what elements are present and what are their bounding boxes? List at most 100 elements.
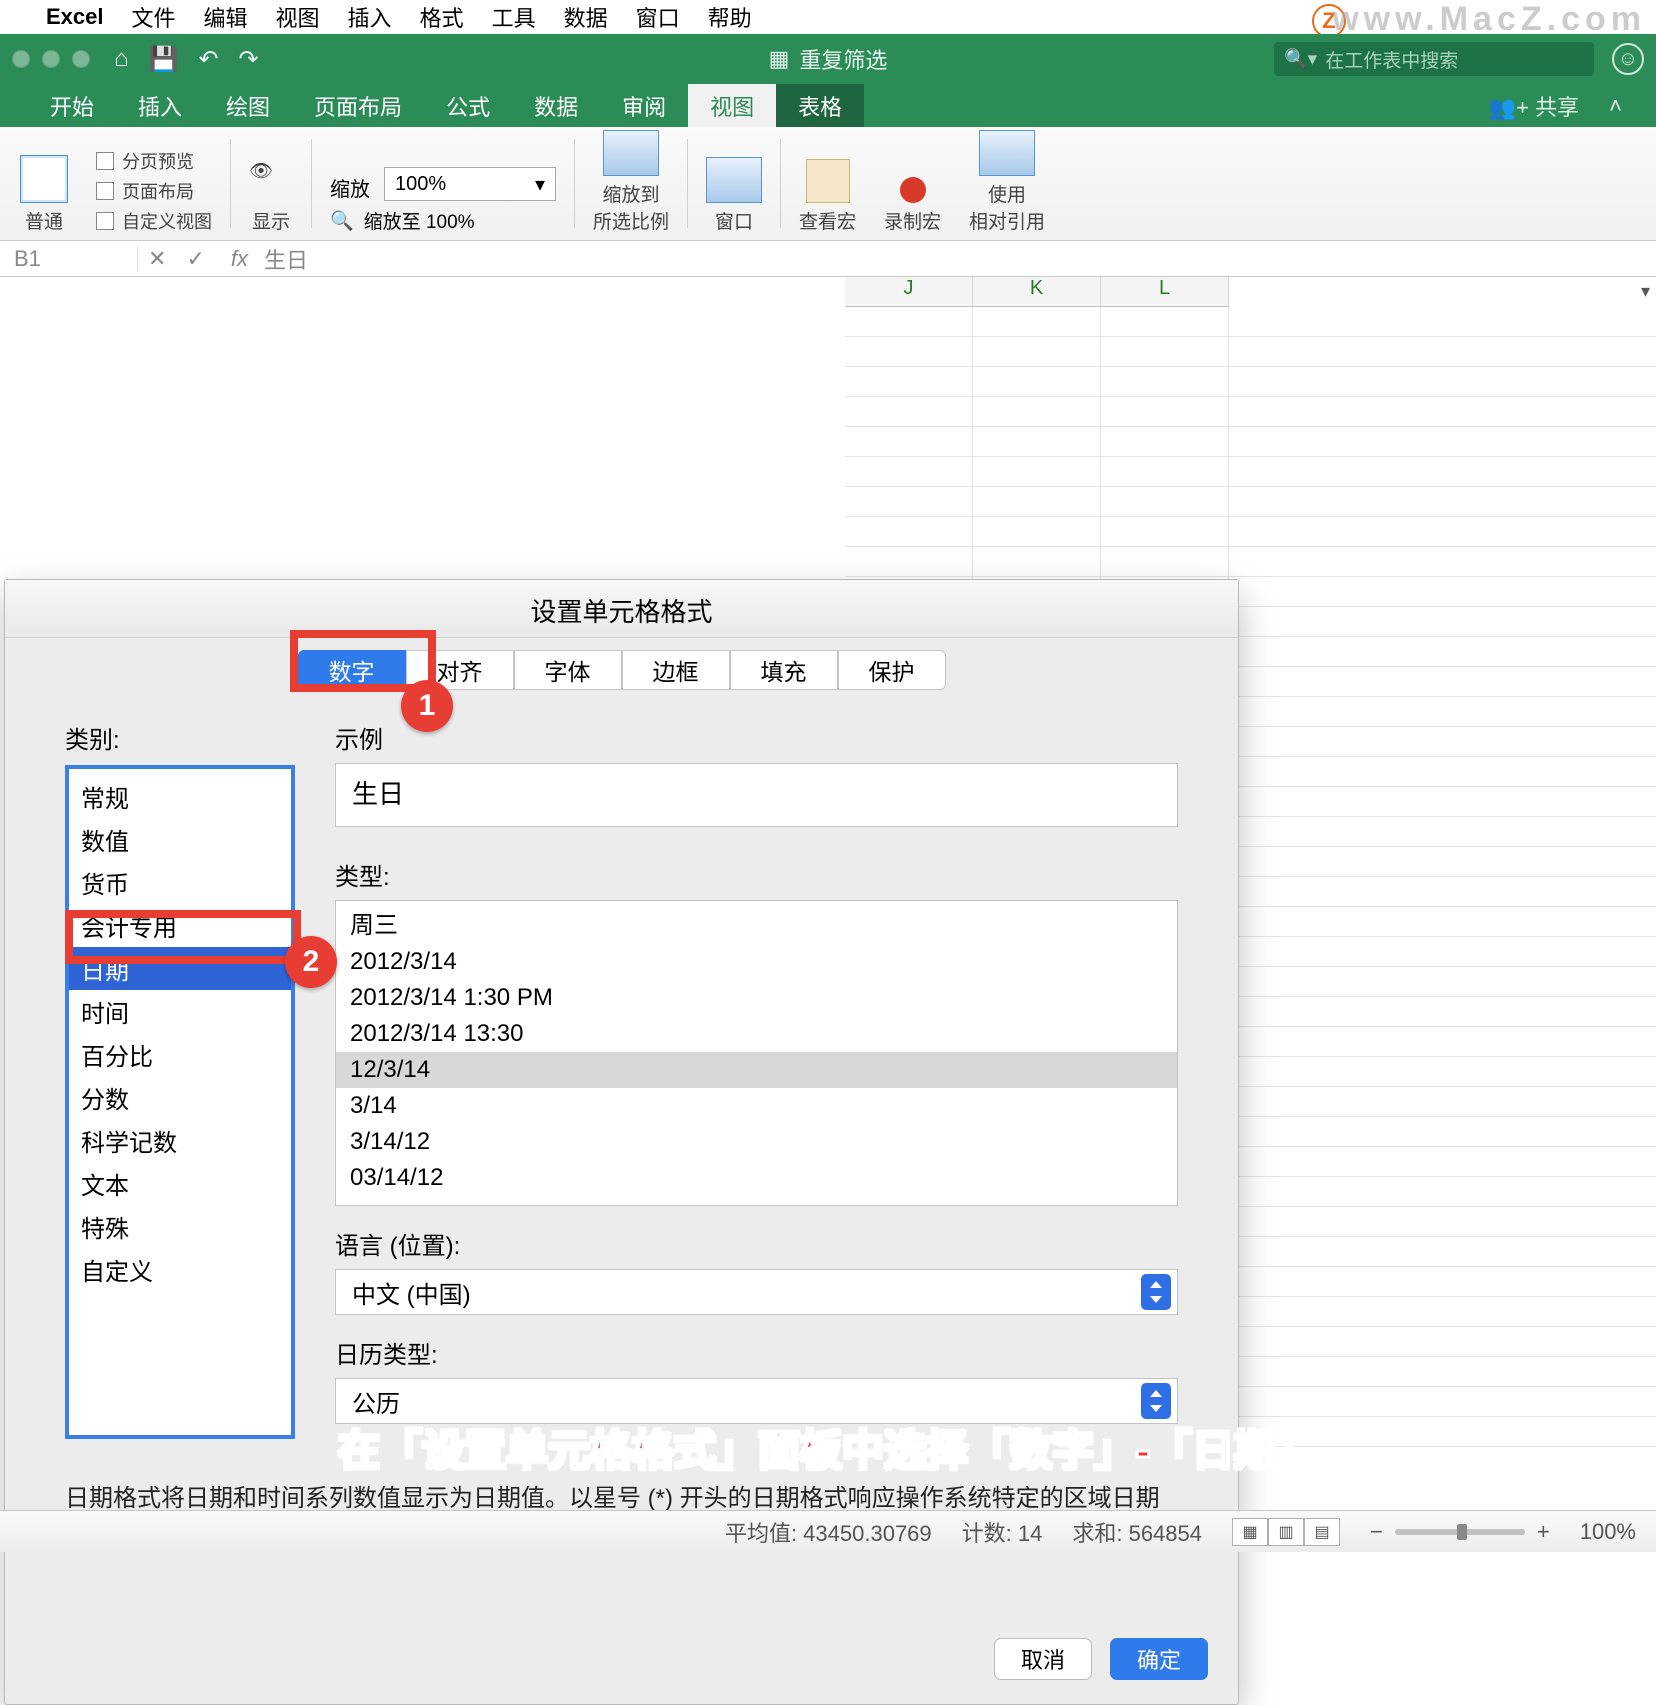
ok-button[interactable]: 确定: [1110, 1638, 1208, 1680]
tab-review[interactable]: 审阅: [600, 84, 688, 127]
name-box[interactable]: B1: [8, 246, 138, 272]
formula-value[interactable]: 生日: [264, 243, 308, 275]
type-item[interactable]: 3/14: [336, 1088, 1177, 1124]
undo-icon[interactable]: ↶: [198, 45, 218, 74]
dialog-tab-fill[interactable]: 填充: [730, 650, 838, 690]
type-item[interactable]: 2012/3/14: [336, 944, 1177, 980]
formula-bar: B1 ✕ ✓ fx 生日: [0, 241, 1656, 277]
dialog-tab-alignment[interactable]: 对齐: [406, 650, 514, 690]
category-item[interactable]: 分数: [69, 1076, 291, 1119]
type-label: 类型:: [335, 857, 1178, 892]
collapse-ribbon-icon[interactable]: ˄: [1609, 93, 1622, 119]
view-macros-button[interactable]: 查看宏: [799, 159, 856, 234]
zoom-in-icon[interactable]: +: [1537, 1519, 1550, 1545]
show-group[interactable]: 👁 显示: [249, 159, 293, 234]
stepper-icon: [1141, 1274, 1171, 1310]
sheet-search[interactable]: 🔍▾ 在工作表中搜索: [1274, 42, 1594, 76]
dialog-tab-border[interactable]: 边框: [622, 650, 730, 690]
category-item[interactable]: 货币: [69, 861, 291, 904]
confirm-formula-icon[interactable]: ✓: [186, 246, 204, 272]
category-list[interactable]: 常规数值货币会计专用日期时间百分比分数科学记数文本特殊自定义: [65, 765, 295, 1439]
home-icon[interactable]: ⌂: [114, 45, 129, 73]
menu-data[interactable]: 数据: [564, 1, 608, 33]
ribbon-tabs: 开始 插入 绘图 页面布局 公式 数据 审阅 视图 表格 👥+ 共享 ˄: [0, 84, 1656, 127]
dialog-tab-number[interactable]: 数字: [298, 650, 406, 690]
category-item[interactable]: 数值: [69, 818, 291, 861]
category-item[interactable]: 特殊: [69, 1205, 291, 1248]
view-page-layout[interactable]: 页面布局: [96, 178, 212, 204]
cancel-button[interactable]: 取消: [994, 1638, 1092, 1680]
chevron-down-icon: ▾: [535, 172, 545, 197]
share-button[interactable]: 👥+ 共享: [1489, 90, 1579, 122]
zoom-out-icon[interactable]: −: [1370, 1519, 1383, 1545]
menu-insert[interactable]: 插入: [348, 1, 392, 33]
menu-file[interactable]: 文件: [132, 1, 176, 33]
relative-ref-button[interactable]: 使用 相对引用: [969, 130, 1045, 234]
zoom-slider[interactable]: − +: [1370, 1519, 1550, 1545]
status-average: 平均值: 43450.30769: [725, 1516, 932, 1548]
type-item[interactable]: 03/14/12: [336, 1160, 1177, 1196]
view-mode-switcher[interactable]: ▦▥▤: [1232, 1518, 1340, 1546]
grid-icon: [20, 155, 68, 203]
type-item[interactable]: 3/14/12: [336, 1124, 1177, 1160]
zoom-percent[interactable]: 100%: [1580, 1519, 1636, 1545]
col-header: K: [973, 277, 1101, 307]
category-item[interactable]: 科学记数: [69, 1119, 291, 1162]
redo-icon[interactable]: ↷: [239, 45, 259, 74]
zoom-selection-button[interactable]: 缩放到 所选比例: [593, 130, 669, 234]
relative-ref-icon: [979, 130, 1035, 176]
view-custom[interactable]: 自定义视图: [96, 208, 212, 234]
dialog-tab-protection[interactable]: 保护: [838, 650, 946, 690]
locale-combo[interactable]: 中文 (中国): [335, 1269, 1178, 1315]
menu-format[interactable]: 格式: [420, 1, 464, 33]
view-page-break[interactable]: 分页预览: [96, 148, 212, 174]
tab-layout[interactable]: 页面布局: [292, 84, 424, 127]
type-item[interactable]: 周三: [336, 901, 1177, 944]
zoom-label: 缩放: [330, 173, 370, 202]
category-item[interactable]: 百分比: [69, 1033, 291, 1076]
tab-table[interactable]: 表格: [776, 84, 864, 127]
eye-icon: 👁: [249, 159, 293, 203]
column-headers[interactable]: J K L: [845, 277, 1229, 307]
feedback-icon[interactable]: ☺: [1612, 43, 1644, 75]
fx-icon[interactable]: fx: [231, 246, 248, 272]
window-group-button[interactable]: 窗口: [706, 157, 762, 234]
menu-edit[interactable]: 编辑: [204, 1, 248, 33]
type-item[interactable]: 12/3/14: [336, 1052, 1177, 1088]
type-item[interactable]: 2012/3/14 13:30: [336, 1016, 1177, 1052]
category-item[interactable]: 常规: [69, 775, 291, 818]
save-icon[interactable]: 💾: [149, 45, 179, 74]
view-normal-button[interactable]: 普通: [20, 155, 68, 234]
tab-home[interactable]: 开始: [28, 84, 116, 127]
category-item[interactable]: 文本: [69, 1162, 291, 1205]
column-dropdown-icon[interactable]: ▾: [1641, 281, 1650, 302]
col-header: J: [845, 277, 973, 307]
tab-draw[interactable]: 绘图: [204, 84, 292, 127]
menu-tools[interactable]: 工具: [492, 1, 536, 33]
cancel-formula-icon[interactable]: ✕: [148, 246, 166, 272]
dialog-tab-font[interactable]: 字体: [514, 650, 622, 690]
type-item[interactable]: 2012/3/14 1:30 PM: [336, 980, 1177, 1016]
window-titlebar: ⌂ 💾 ↶ ↷ ▦ 重复筛选 🔍▾ 在工作表中搜索 ☺: [0, 34, 1656, 84]
zoom-combo[interactable]: 100%▾: [384, 167, 556, 201]
category-item[interactable]: 自定义: [69, 1248, 291, 1291]
menu-help[interactable]: 帮助: [708, 1, 752, 33]
instruction-annotation: 在「设置单元格格式」面板中选择「数字」-「日期」: [0, 1417, 1656, 1478]
tab-view[interactable]: 视图: [688, 84, 776, 127]
tab-data[interactable]: 数据: [512, 84, 600, 127]
zoom-100-button[interactable]: 🔍缩放至 100%: [330, 207, 475, 234]
record-macro-button[interactable]: 录制宏: [884, 177, 941, 234]
tab-formula[interactable]: 公式: [424, 84, 512, 127]
locale-label: 语言 (位置):: [335, 1226, 1178, 1261]
menu-window[interactable]: 窗口: [636, 1, 680, 33]
doc-icon: ▦: [769, 46, 790, 72]
type-list[interactable]: 周三2012/3/142012/3/14 1:30 PM2012/3/14 13…: [335, 900, 1178, 1206]
category-item[interactable]: 时间: [69, 990, 291, 1033]
category-item[interactable]: 会计专用: [69, 904, 291, 947]
category-item[interactable]: 日期: [69, 947, 291, 990]
menubar-app[interactable]: Excel: [46, 4, 104, 30]
spreadsheet-grid[interactable]: ▾ J K L 设置单元格格式 数字 对齐 字体 边框 填充 保护 1 2 类别…: [0, 277, 1656, 1487]
traffic-lights[interactable]: [12, 50, 90, 68]
menu-view[interactable]: 视图: [276, 1, 320, 33]
tab-insert[interactable]: 插入: [116, 84, 204, 127]
